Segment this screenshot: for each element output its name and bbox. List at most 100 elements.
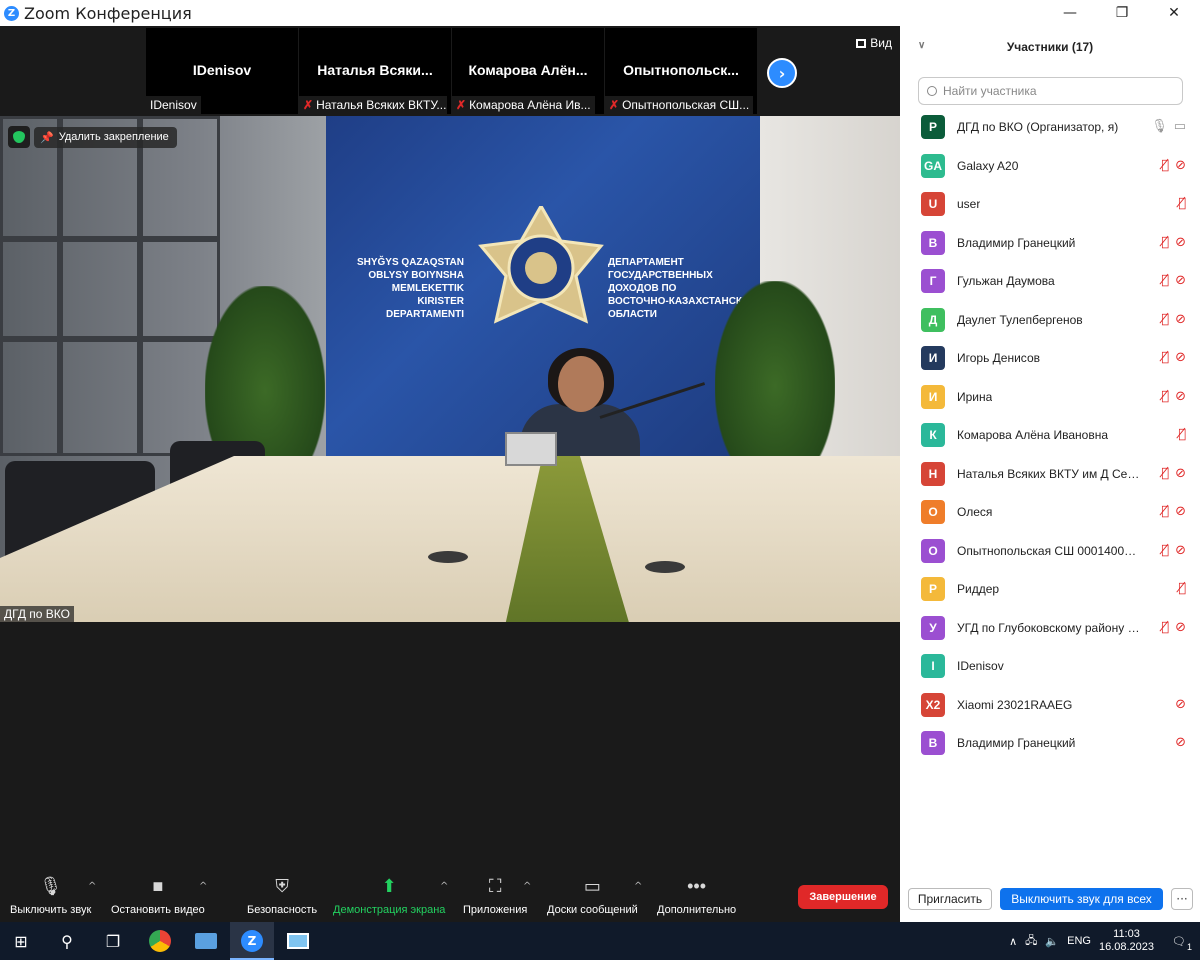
unpin-button[interactable]: 📌 Удалить закрепление: [34, 126, 177, 148]
avatar: Г: [921, 269, 945, 294]
share-screen-button[interactable]: ⬆ Демонстрация экрана: [333, 876, 445, 916]
chrome-icon[interactable]: [147, 928, 173, 954]
volume-icon[interactable]: 🔈: [1045, 935, 1059, 948]
participant-search-input[interactable]: Найти участника: [918, 77, 1183, 105]
participant-row[interactable]: И Ирина 🎙̸ ⊘: [900, 378, 1200, 417]
meeting-area: IDenisov IDenisov Наталья Всяки... ✗ Ната…: [0, 26, 900, 922]
search-icon: [927, 86, 937, 96]
security-shield-icon[interactable]: [8, 126, 30, 148]
participant-row[interactable]: GA Galaxy A20 🎙̸ ⊘: [900, 147, 1200, 186]
security-button[interactable]: ⛨ Безопасность: [247, 876, 317, 916]
participant-row[interactable]: Д Даулет Тулепбергенов 🎙̸ ⊘: [900, 301, 1200, 340]
avatar: X2: [921, 692, 945, 717]
muted-mic-icon[interactable]: 🎙̸: [1161, 389, 1169, 404]
participant-status: ⊘: [1175, 697, 1186, 712]
video-tile[interactable]: Опытнопольск... ✗ Опытнопольская СШ...: [605, 28, 757, 114]
muted-mic-icon[interactable]: 🎙̸: [1161, 466, 1169, 481]
video-off-icon[interactable]: ⊘: [1175, 504, 1186, 519]
chevron-up-icon[interactable]: ∧: [1009, 935, 1017, 948]
video-off-icon[interactable]: ⊘: [1175, 235, 1186, 250]
mute-options-caret[interactable]: ^: [88, 881, 96, 892]
muted-mic-icon[interactable]: 🎙̸: [1161, 158, 1169, 173]
participant-row[interactable]: У УГД по Глубоковскому району ВКО 🎙̸ ⊘: [900, 609, 1200, 648]
video-tile[interactable]: Комарова Алён... ✗ Комарова Алёна Ив...: [452, 28, 604, 114]
video-off-icon[interactable]: ⊘: [1175, 620, 1186, 635]
video-camera-icon[interactable]: ▭: [1174, 119, 1186, 134]
maximize-button[interactable]: ❐: [1096, 0, 1148, 26]
notifications-icon[interactable]: 🗨 1: [1172, 935, 1192, 952]
tile-label: ✗ Комарова Алёна Ив...: [452, 96, 595, 114]
video-off-icon[interactable]: ⊘: [1175, 466, 1186, 481]
participant-row[interactable]: И Игорь Денисов 🎙̸ ⊘: [900, 339, 1200, 378]
boards-options-caret[interactable]: ^: [634, 881, 642, 892]
mute-button[interactable]: 🎙 Выключить звук: [10, 876, 91, 916]
language-indicator[interactable]: ENG: [1067, 935, 1091, 947]
invite-button[interactable]: Пригласить: [908, 888, 992, 910]
participant-row[interactable]: В Владимир Гранецкий 🎙̸ ⊘: [900, 224, 1200, 263]
participant-row[interactable]: I IDenisov: [900, 647, 1200, 686]
share-options-caret[interactable]: ^: [440, 881, 448, 892]
minimize-button[interactable]: —: [1044, 0, 1096, 26]
participant-row[interactable]: В Владимир Гранецкий ⊘: [900, 724, 1200, 763]
video-off-icon[interactable]: ⊘: [1175, 312, 1186, 327]
view-button[interactable]: Вид: [856, 36, 892, 50]
video-off-icon[interactable]: ⊘: [1175, 158, 1186, 173]
muted-mic-icon[interactable]: 🎙̸: [1161, 504, 1169, 519]
video-off-icon[interactable]: ⊘: [1175, 697, 1186, 712]
muted-mic-icon[interactable]: 🎙̸: [1161, 273, 1169, 288]
video-tile[interactable]: IDenisov IDenisov: [146, 28, 298, 114]
participant-row[interactable]: К Комарова Алёна Ивановна 🎙̸: [900, 416, 1200, 455]
muted-mic-icon[interactable]: 🎙̸: [1161, 543, 1169, 558]
windows-taskbar: ⊞ ⚲ ❐ Z ∧ 🖧 🔈 ENG 11:03 16.08.2023 🗨 1: [0, 922, 1200, 960]
zoom-app-icon[interactable]: Z: [239, 928, 265, 954]
apps-button[interactable]: ⛶ Приложения: [463, 876, 527, 916]
muted-mic-icon[interactable]: 🎙̸: [1161, 350, 1169, 365]
video-off-icon[interactable]: ⊘: [1175, 735, 1186, 750]
folder-icon[interactable]: [193, 928, 219, 954]
muted-mic-icon[interactable]: 🎙̸: [1161, 312, 1169, 327]
apps-options-caret[interactable]: ^: [523, 881, 531, 892]
more-options-button[interactable]: ···: [1171, 888, 1193, 910]
more-button[interactable]: ••• Дополнительно: [657, 876, 736, 916]
chevron-down-icon[interactable]: ∨: [918, 40, 925, 51]
muted-mic-icon[interactable]: 🎙̸: [1161, 235, 1169, 250]
participant-row[interactable]: Н Наталья Всяких ВКТУ им Д Серикбаева 🎙̸ ⊘: [900, 455, 1200, 494]
video-off-icon[interactable]: ⊘: [1175, 543, 1186, 558]
video-off-icon[interactable]: ⊘: [1175, 389, 1186, 404]
participant-status: 🎙̸ ⊘: [1161, 312, 1186, 327]
participant-row[interactable]: X2 Xiaomi 23021RAAEG ⊘: [900, 686, 1200, 725]
microphone-icon[interactable]: 🎙: [1151, 119, 1168, 134]
mute-all-button[interactable]: Выключить звук для всех: [1000, 888, 1163, 910]
participant-row[interactable]: Г Гульжан Даумова 🎙̸ ⊘: [900, 262, 1200, 301]
participant-row[interactable]: Р Риддер 🎙̸: [900, 570, 1200, 609]
participant-name: Риддер: [957, 582, 1000, 597]
clock[interactable]: 11:03 16.08.2023: [1099, 928, 1154, 954]
muted-mic-icon[interactable]: 🎙̸: [1178, 196, 1186, 211]
stop-video-button[interactable]: ■ Остановить видео: [111, 876, 205, 916]
network-icon[interactable]: 🖧: [1025, 932, 1037, 951]
video-options-caret[interactable]: ^: [199, 881, 207, 892]
app-window-icon[interactable]: [285, 928, 311, 954]
video-off-icon[interactable]: ⊘: [1175, 350, 1186, 365]
participant-row[interactable]: О Олеся 🎙̸ ⊘: [900, 493, 1200, 532]
avatar: Р: [921, 577, 945, 602]
participant-row[interactable]: Р ДГД по ВКО (Организатор, я) 🎙 ▭: [900, 108, 1200, 147]
video-off-icon[interactable]: ⊘: [1175, 273, 1186, 288]
muted-mic-icon[interactable]: 🎙̸: [1161, 620, 1169, 635]
close-button[interactable]: ✕: [1148, 0, 1200, 26]
muted-mic-icon[interactable]: 🎙̸: [1178, 581, 1186, 596]
muted-mic-icon[interactable]: 🎙̸: [1178, 427, 1186, 442]
participant-row[interactable]: Uuser 🎙̸: [900, 185, 1200, 224]
grid-icon: [856, 38, 867, 48]
end-meeting-button[interactable]: Завершение: [798, 885, 888, 909]
windows-start-icon[interactable]: ⊞: [8, 928, 34, 954]
participant-row[interactable]: О Опытнопольская СШ 000140000000 🎙̸ ⊘: [900, 532, 1200, 571]
task-view-icon[interactable]: ❐: [100, 928, 126, 954]
next-page-button[interactable]: ›: [767, 58, 797, 88]
video-tile[interactable]: Наталья Всяки... ✗ Наталья Всяких ВКТУ...: [299, 28, 451, 114]
main-video[interactable]: SHYĞYS QAZAQSTAN OBLYSY BOIYNSHA MEMLEKE…: [0, 116, 900, 622]
participant-status: 🎙̸ ⊘: [1161, 504, 1186, 519]
whiteboards-button[interactable]: ▭ Доски сообщений: [547, 876, 638, 916]
participant-name: Олеся: [957, 505, 993, 520]
search-icon[interactable]: ⚲: [54, 928, 80, 954]
